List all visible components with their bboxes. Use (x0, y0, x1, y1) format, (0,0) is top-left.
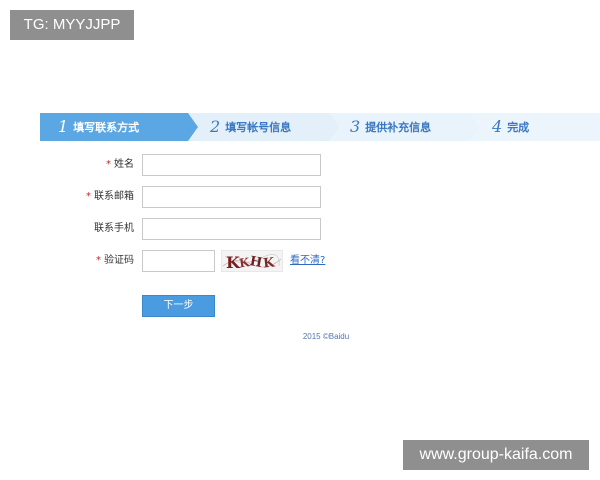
next-step-button[interactable]: 下一步 (142, 295, 215, 317)
name-label: * 姓名 (106, 159, 134, 170)
required-mark: * (96, 255, 101, 266)
step-number: 2 (210, 117, 221, 136)
svg-text:H: H (249, 254, 264, 271)
phone-label: 联系手机 (94, 223, 134, 234)
step-label: 提供补充信息 (365, 121, 432, 134)
phone-row: 联系手机 (0, 218, 600, 240)
step-number: 4 (492, 117, 503, 136)
step-2-account-info: 2 填写帐号信息 (188, 113, 340, 141)
captcha-input[interactable] (142, 250, 215, 272)
required-mark: * (106, 159, 111, 170)
footer-copyright: 2015 ©Baidu (302, 332, 350, 341)
step-label: 填写联系方式 (73, 121, 140, 134)
step-number: 1 (58, 117, 69, 136)
captcha-row: * 验证码 K K H K 看不清? (0, 250, 600, 272)
name-row: * 姓名 (0, 154, 600, 176)
name-input[interactable] (142, 154, 321, 176)
step-label: 完成 (507, 121, 530, 134)
watermark-site: www.group-kaifa.com (403, 440, 589, 470)
watermark-telegram: TG: MYYJJPP (10, 10, 134, 40)
phone-input[interactable] (142, 218, 321, 240)
step-1-contact-info: 1 填写联系方式 (40, 113, 200, 141)
captcha-label: * 验证码 (96, 255, 134, 266)
email-row: * 联系邮箱 (0, 186, 600, 208)
step-number: 3 (350, 117, 361, 136)
step-label: 填写帐号信息 (225, 121, 292, 134)
required-mark: * (86, 191, 91, 202)
step-3-additional-info: 3 提供补充信息 (330, 113, 480, 141)
email-input[interactable] (142, 186, 321, 208)
svg-text:K: K (263, 255, 277, 271)
step-4-complete: 4 完成 (470, 113, 600, 141)
email-label: * 联系邮箱 (86, 191, 134, 202)
refresh-captcha-link[interactable]: 看不清? (290, 250, 325, 272)
registration-page: TG: MYYJJPP 1 填写联系方式 2 填写帐号信息 3 提供补充信息 4 完成 … (0, 0, 600, 480)
step-progress-bar: 1 填写联系方式 2 填写帐号信息 3 提供补充信息 4 完成 (40, 113, 600, 141)
captcha-image[interactable]: K K H K (221, 250, 283, 272)
